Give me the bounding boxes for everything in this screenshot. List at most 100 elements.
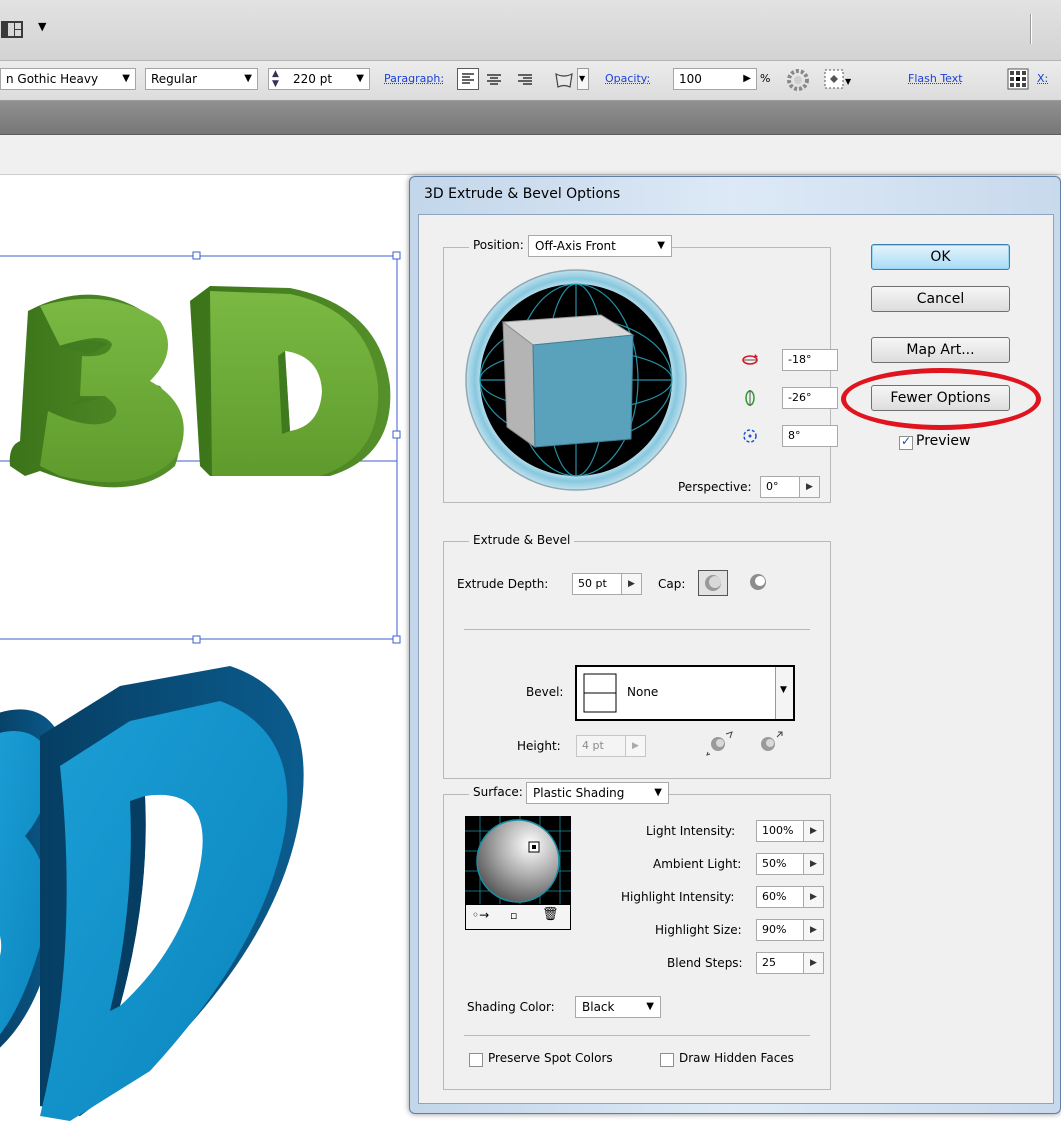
light-intensity-slider-button[interactable]: ▶ bbox=[804, 820, 824, 842]
highlight-size-field[interactable]: 90% bbox=[756, 919, 804, 941]
cap-off-icon[interactable] bbox=[744, 570, 772, 594]
track-cube-widget[interactable] bbox=[463, 267, 689, 493]
blend-steps-field[interactable]: 25 bbox=[756, 952, 804, 974]
position-dropdown[interactable]: Off-Axis Front ▼ bbox=[528, 235, 672, 257]
cancel-button[interactable]: Cancel bbox=[871, 286, 1010, 312]
chevron-right-icon: ▶ bbox=[806, 482, 813, 492]
reference-point-icon[interactable] bbox=[1006, 67, 1030, 91]
selection-handle bbox=[192, 635, 201, 644]
shading-color-dropdown[interactable]: Black ▼ bbox=[575, 996, 661, 1018]
font-size-field[interactable]: ▲ ▼ 220 pt ▼ bbox=[268, 68, 370, 90]
preserve-spot-colors-checkbox[interactable] bbox=[469, 1053, 483, 1067]
selection-handle bbox=[392, 251, 401, 260]
perspective-label: Perspective: bbox=[678, 480, 752, 494]
selection-handle bbox=[392, 635, 401, 644]
separator bbox=[464, 629, 810, 630]
font-style-value: Regular bbox=[151, 72, 198, 86]
highlight-intensity-field[interactable]: 60% bbox=[756, 886, 804, 908]
map-art-button[interactable]: Map Art... bbox=[871, 337, 1010, 363]
align-right-icon[interactable] bbox=[515, 70, 535, 90]
bevel-height-field[interactable]: 4 pt bbox=[576, 735, 626, 757]
font-style-dropdown[interactable]: Regular ▼ bbox=[145, 68, 258, 90]
extrude-bevel-dialog: 3D Extrude & Bevel Options Position: Off… bbox=[409, 176, 1061, 1114]
draw-hidden-faces-checkbox[interactable] bbox=[660, 1053, 674, 1067]
new-light-icon[interactable]: ▫ bbox=[510, 909, 517, 922]
chevron-right-icon[interactable]: ▶ bbox=[743, 69, 751, 89]
x-rotation-field[interactable]: -18° bbox=[782, 349, 838, 371]
opacity-field[interactable]: 100 ▶ bbox=[673, 68, 757, 90]
bevel-height-slider-button[interactable]: ▶ bbox=[626, 735, 646, 757]
light-intensity-field[interactable]: 100% bbox=[756, 820, 804, 842]
flash-text-link[interactable]: Flash Text bbox=[908, 72, 963, 85]
opacity-link[interactable]: Opacity: bbox=[605, 72, 650, 85]
selection-handle bbox=[392, 430, 401, 439]
trash-icon[interactable]: 🗑 bbox=[542, 907, 559, 922]
ok-button[interactable]: OK bbox=[871, 244, 1010, 270]
font-family-value: n Gothic Heavy bbox=[6, 72, 99, 86]
font-family-dropdown[interactable]: n Gothic Heavy ▼ bbox=[0, 68, 136, 90]
paragraph-link[interactable]: Paragraph: bbox=[384, 72, 444, 85]
bevel-extent-in-icon[interactable] bbox=[756, 728, 786, 756]
ambient-light-slider-button[interactable]: ▶ bbox=[804, 853, 824, 875]
surface-label: Surface: bbox=[469, 785, 527, 799]
surface-dropdown[interactable]: Plastic Shading ▼ bbox=[526, 782, 669, 804]
chevron-down-icon: ▼ bbox=[356, 73, 364, 84]
chevron-down-icon: ▼ bbox=[654, 787, 662, 798]
lighting-sphere-icon bbox=[465, 816, 571, 904]
y-rotation-field[interactable]: -26° bbox=[782, 387, 838, 409]
extrude-depth-field[interactable]: 50 pt bbox=[572, 573, 622, 595]
extrude-bevel-legend: Extrude & Bevel bbox=[469, 533, 575, 547]
blend-steps-slider-button[interactable]: ▶ bbox=[804, 952, 824, 974]
z-rotation-field[interactable]: 8° bbox=[782, 425, 838, 447]
bevel-dropdown-arrow[interactable]: ▼ bbox=[775, 667, 793, 719]
y-axis-rotation-icon bbox=[745, 390, 755, 406]
align-left-button[interactable] bbox=[457, 68, 479, 90]
artboard[interactable] bbox=[0, 176, 410, 1127]
svg-text:▼: ▼ bbox=[845, 77, 852, 86]
bevel-value: None bbox=[627, 685, 659, 699]
highlight-intensity-slider-button[interactable]: ▶ bbox=[804, 886, 824, 908]
position-label: Position: bbox=[469, 238, 528, 252]
bevel-extent-out-icon[interactable] bbox=[706, 728, 736, 756]
chevron-down-icon: ▼ bbox=[780, 685, 787, 695]
align-center-icon[interactable] bbox=[484, 70, 504, 90]
grid-layout-icon bbox=[1, 21, 23, 38]
percent-sign: % bbox=[760, 72, 771, 85]
cap-on-button[interactable] bbox=[698, 570, 728, 596]
chevron-down-icon: ▼ bbox=[122, 73, 130, 84]
move-light-back-icon[interactable]: ◦→ bbox=[472, 908, 489, 922]
bevel-dropdown[interactable]: None ▼ bbox=[575, 665, 795, 721]
chevron-right-icon: ▶ bbox=[810, 892, 817, 902]
height-label: Height: bbox=[517, 739, 561, 753]
perspective-field[interactable]: 0° bbox=[760, 476, 800, 498]
workspace-switcher[interactable]: ▼ bbox=[0, 18, 56, 42]
lighting-preview[interactable]: ◦→ ▫ 🗑 bbox=[465, 816, 571, 930]
light-intensity-label: Light Intensity: bbox=[646, 824, 736, 838]
surface-value: Plastic Shading bbox=[533, 786, 625, 800]
highlight-size-slider-button[interactable]: ▶ bbox=[804, 919, 824, 941]
envelope-warp-icon[interactable] bbox=[553, 70, 575, 90]
recolor-artwork-icon[interactable] bbox=[786, 68, 810, 92]
chevron-right-icon: ▶ bbox=[810, 925, 817, 935]
envelope-options-dropdown[interactable]: ▼ bbox=[577, 68, 589, 90]
chevron-down-icon: ▼ bbox=[646, 1001, 654, 1012]
ambient-light-field[interactable]: 50% bbox=[756, 853, 804, 875]
chevron-right-icon: ▶ bbox=[628, 579, 635, 589]
green-3d-glyph-d bbox=[190, 286, 391, 476]
perspective-slider-button[interactable]: ▶ bbox=[800, 476, 820, 498]
cap-label: Cap: bbox=[658, 577, 686, 591]
bevel-none-icon bbox=[583, 673, 617, 713]
extrude-depth-slider-button[interactable]: ▶ bbox=[622, 573, 642, 595]
chevron-right-icon: ▶ bbox=[810, 958, 817, 968]
x-position-link[interactable]: X: bbox=[1037, 72, 1048, 85]
separator bbox=[464, 1035, 810, 1036]
dialog-body: Position: Off-Axis Front ▼ -18° -26° 8° … bbox=[418, 214, 1054, 1104]
stepper-icon[interactable]: ▲ ▼ bbox=[272, 69, 279, 89]
preview-checkbox[interactable] bbox=[899, 434, 913, 450]
chevron-right-icon: ▶ bbox=[810, 826, 817, 836]
chevron-down-icon: ▼ bbox=[38, 20, 47, 33]
shading-color-value: Black bbox=[582, 1000, 615, 1014]
highlight-intensity-label: Highlight Intensity: bbox=[621, 890, 735, 904]
dialog-title: 3D Extrude & Bevel Options bbox=[424, 186, 621, 202]
isolate-group-icon[interactable]: ▼ bbox=[823, 68, 853, 92]
